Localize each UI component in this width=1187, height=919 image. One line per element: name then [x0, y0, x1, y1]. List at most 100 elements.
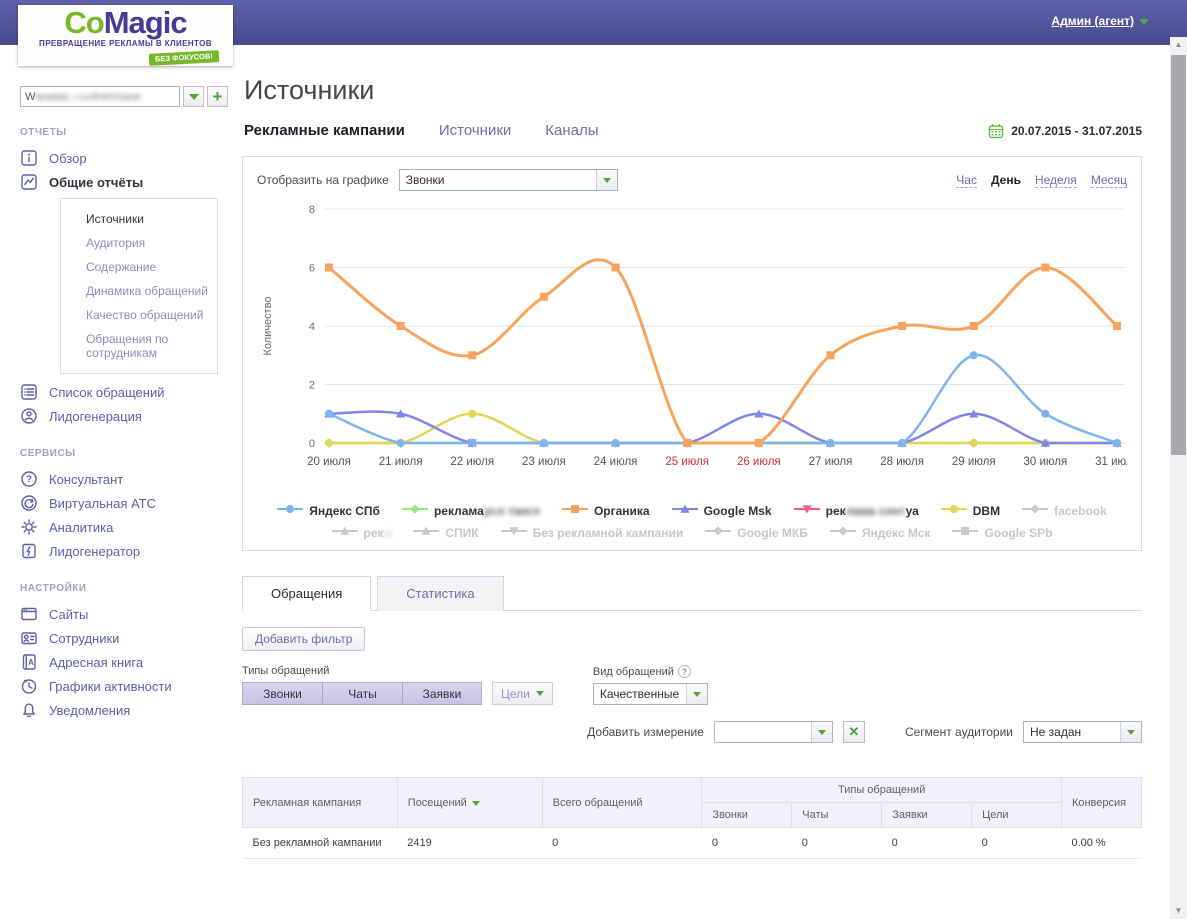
legend-item[interactable]: Google SPb	[952, 525, 1052, 540]
legend-item[interactable]: Google Msk	[671, 503, 772, 518]
sidebar-item-activity[interactable]: Графики активности	[0, 674, 240, 698]
chart-legend: Яндекс СПб рекламаусл тангл Органика Google…	[257, 503, 1127, 540]
kind-select-value: Качественные	[599, 687, 680, 701]
sidebar-subitem[interactable]: Источники	[61, 207, 217, 231]
scroll-up-icon[interactable]: ▲	[1170, 37, 1187, 53]
bottom-tab[interactable]: Обращения	[242, 576, 372, 611]
legend-label: рекл	[363, 525, 392, 540]
help-icon[interactable]: ?	[677, 665, 691, 678]
goals-filter-button[interactable]: Цели	[492, 682, 553, 705]
sidebar-section-title: НАСТРОЙКИ	[20, 583, 87, 594]
col-type: Чаты	[791, 802, 883, 828]
legend-item[interactable]: Яндекс СПб	[277, 503, 380, 518]
comagic-logo[interactable]: CoMagic ПРЕВРАЩЕНИЕ РЕКЛАМЫ В КЛИЕНТОВ Б…	[18, 5, 233, 66]
add-site-button[interactable]: +	[207, 86, 228, 107]
sidebar-item-generator[interactable]: Лидогенератор	[0, 539, 240, 563]
sidebar-subitem[interactable]: Качество обращений	[61, 303, 217, 327]
report-tab[interactable]: Рекламные кампании	[244, 122, 405, 139]
brand-tagline: ПРЕВРАЩЕНИЕ РЕКЛАМЫ В КЛИЕНТОВ	[39, 39, 212, 48]
legend-marker-icon	[401, 503, 428, 518]
sidebar-subitem[interactable]: Содержание	[61, 255, 217, 279]
legend-item[interactable]: Без рекламной кампании	[500, 525, 683, 540]
sidebar-subitem[interactable]: Обращения по сотрудникам	[61, 327, 217, 365]
legend-item[interactable]: Яндекс Мск	[829, 525, 930, 540]
metric-select-dropdown[interactable]	[595, 170, 617, 190]
scrollbar-thumb[interactable]	[1171, 55, 1186, 455]
sidebar-item-consultant[interactable]: ? Консультант	[0, 467, 240, 491]
sidebar-subitem[interactable]: Динамика обращений	[61, 279, 217, 303]
col-visits[interactable]: Посещений	[396, 777, 543, 828]
table-row[interactable]: Без рекламной кампании 2419 0 0 0 0 0 0.00 %	[242, 827, 1142, 859]
bottom-tab[interactable]: Статистика	[377, 576, 504, 611]
dimension-select[interactable]	[713, 721, 833, 743]
legend-label: facebook	[1054, 503, 1107, 518]
legend-label: DBM	[972, 503, 1001, 518]
svg-text:A: A	[28, 658, 34, 667]
scrollbar[interactable]: ▲ ▼	[1170, 37, 1187, 919]
activity-icon	[20, 677, 38, 695]
sidebar-item-gear[interactable]: Аналитика	[0, 515, 240, 539]
metric-select[interactable]: Звонки	[398, 169, 618, 191]
granularity-link[interactable]: Час	[956, 173, 977, 188]
legend-item[interactable]: СПИК	[413, 525, 479, 540]
legend-item[interactable]: рекл	[331, 525, 392, 540]
legend-label: Органика	[593, 503, 650, 518]
sidebar: Wанимаானlinermaни + ОТЧЕТЫ Обзор Общие отч…	[0, 66, 240, 722]
legend-item[interactable]: DBM	[940, 503, 1001, 518]
report-tab[interactable]: Каналы	[545, 122, 598, 139]
dimension-select-dropdown[interactable]	[810, 722, 832, 742]
sidebar-item-employees[interactable]: Сотрудники	[0, 626, 240, 650]
granularity-active[interactable]: День	[991, 173, 1021, 188]
report-tab[interactable]: Источники	[439, 122, 511, 139]
legend-label: Google МКБ	[737, 525, 808, 540]
clear-dimension-button[interactable]: ✕	[842, 721, 865, 743]
sidebar-item-info[interactable]: Обзор	[0, 146, 240, 170]
kind-select[interactable]: Качественные	[592, 683, 708, 705]
segment-select[interactable]: Не задан	[1023, 721, 1142, 743]
table-cell: Без рекламной кампании	[242, 827, 398, 859]
sidebar-item-label: Графики активности	[49, 678, 172, 694]
legend-item[interactable]: facebook	[1022, 503, 1107, 518]
svg-text:27 июля: 27 июля	[809, 456, 853, 468]
legend-item[interactable]: Google МКБ	[705, 525, 808, 540]
granularity-link[interactable]: Неделя	[1034, 173, 1077, 188]
chevron-down-icon	[692, 691, 701, 697]
user-menu-label: Админ (агент)	[1051, 14, 1134, 28]
sidebar-item-label: Сайты	[49, 606, 89, 622]
user-menu[interactable]: Админ (агент)	[1051, 14, 1149, 28]
legend-item[interactable]: реклама сентуа	[793, 503, 919, 518]
add-filter-button[interactable]: Добавить фильтр	[242, 627, 366, 651]
legend-marker-icon	[940, 503, 967, 518]
legend-item[interactable]: Органика	[561, 503, 650, 518]
legend-label: Google SPb	[984, 525, 1053, 540]
scroll-down-icon[interactable]: ▼	[1170, 903, 1187, 919]
site-selector: Wанимаானlinermaни +	[20, 86, 240, 107]
kind-select-dropdown[interactable]	[685, 684, 707, 704]
sidebar-item-sites[interactable]: Сайты	[0, 602, 240, 626]
segment-select-dropdown[interactable]	[1120, 722, 1141, 742]
legend-item[interactable]: рекламаусл тангл	[401, 503, 540, 518]
sidebar-subitem[interactable]: Аудитория	[61, 231, 217, 255]
sidebar-item-label: Список обращений	[49, 384, 165, 400]
svg-text:29 июля: 29 июля	[952, 456, 996, 468]
type-button[interactable]: Чаты	[322, 682, 402, 705]
granularity-link[interactable]: Месяц	[1090, 173, 1127, 188]
legend-marker-icon	[413, 525, 440, 540]
site-selector-dropdown[interactable]	[183, 86, 204, 107]
sidebar-item-label: Уведомления	[49, 702, 131, 718]
type-button[interactable]: Звонки	[242, 682, 322, 705]
sidebar-item-chart[interactable]: Общие отчёты	[0, 170, 240, 194]
info-icon	[20, 149, 38, 167]
site-selector-value[interactable]: Wанимаானlinermaни	[20, 86, 180, 107]
sidebar-item-phone[interactable]: Виртуальная АТС	[0, 491, 240, 515]
sidebar-item-leadgen[interactable]: Лидогенерация	[0, 404, 240, 428]
sidebar-item-label: Аналитика	[49, 519, 114, 535]
sidebar-item-bell[interactable]: Уведомления	[0, 698, 240, 722]
sidebar-item-addressbook[interactable]: A Адресная книга	[0, 650, 240, 674]
display-on-chart-label: Отобразить на графике	[257, 173, 389, 187]
sidebar-item-label: Адресная книга	[49, 654, 144, 670]
date-range-picker[interactable]: 20.07.2015 - 31.07.2015	[988, 123, 1142, 139]
sidebar-item-list[interactable]: Список обращений	[0, 380, 240, 404]
legend-marker-icon	[705, 525, 732, 540]
type-button[interactable]: Заявки	[402, 682, 482, 705]
